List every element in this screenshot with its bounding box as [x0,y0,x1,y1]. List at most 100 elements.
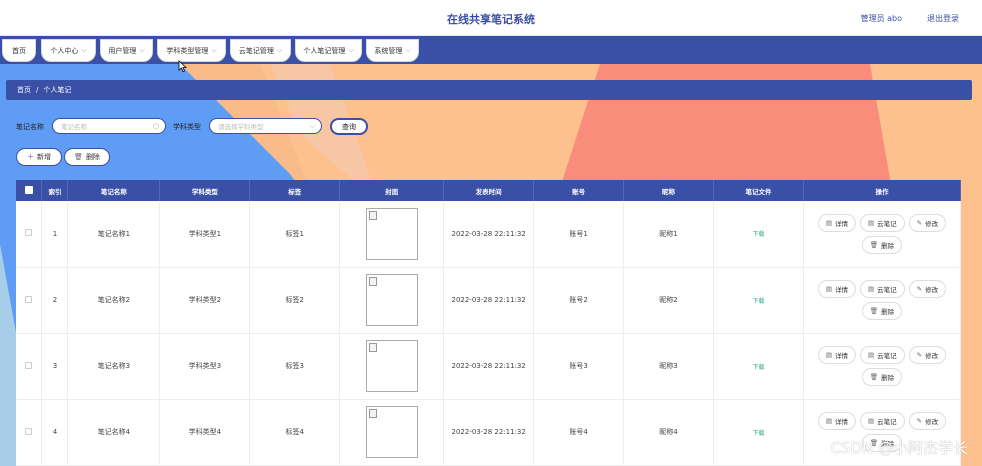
index-cell: 3 [41,333,69,400]
download-link[interactable]: 下载 [752,430,764,437]
batch-delete-button[interactable]: 🗑 删除 [64,148,110,166]
nav-tab-personal-center[interactable]: 个人中心 ⌵ [41,39,96,62]
cloud-note-label: 云笔记 [877,418,897,426]
delete-button[interactable]: 🗑 删除 [861,302,903,320]
breadcrumb-separator: / [36,86,39,94]
publish-time-cell: 2022-03-28 22:11:32 [443,399,535,466]
note-file-cell: 下载 [713,201,804,268]
nav-tab-label: 首页 [12,46,26,55]
cloud-note-button[interactable]: ▤ 云笔记 [859,412,905,430]
detail-label: 详情 [834,352,848,360]
row-select-cell [16,201,43,268]
operations-cell: ▤ 详情 ▤ 云笔记 ✎ 修改 🗑 删除 [803,267,962,334]
note-name-input[interactable]: 笔记名称 ○ [52,118,166,134]
account-cell: 账号3 [533,333,625,400]
table-row: 2 笔记名称2 学科类型2 标签2 2022-03-28 22:11:32 账号2 昵称2 下… [16,267,962,334]
edit-icon: ✎ [916,417,923,425]
nav-tab-subject-type-management[interactable]: 学科类型管理 ⌵ [157,39,226,62]
column-header: 发表时间 [443,180,535,201]
nav-tab-user-management[interactable]: 用户管理 ⌵ [100,39,153,62]
row-checkbox[interactable] [25,361,33,369]
document-icon: ▤ [825,218,832,227]
edit-label: 修改 [925,418,939,426]
note-file-cell: 下载 [713,333,804,400]
cloud-note-button[interactable]: ▤ 云笔记 [859,213,905,232]
query-button[interactable]: 查询 [330,118,368,135]
detail-button[interactable]: ▤ 详情 [817,412,856,430]
cloud-note-label: 云笔记 [877,219,897,228]
detail-button[interactable]: ▤ 详情 [817,213,856,232]
broken-image-icon [368,343,377,352]
publish-time-cell: 2022-03-28 22:11:32 [443,267,535,334]
select-all-checkbox[interactable] [24,185,33,194]
download-link[interactable]: 下载 [752,298,764,305]
breadcrumb-current: 个人笔记 [43,86,72,94]
row-select-cell [16,267,43,334]
note-name-cell: 笔记名称4 [67,399,161,466]
note-name-cell: 笔记名称3 [67,333,161,400]
detail-button[interactable]: ▤ 详情 [817,280,856,298]
nav-tab-system-management[interactable]: 系统管理 ⌵ [366,39,419,62]
row-checkbox[interactable] [25,229,33,237]
subject-type-cell: 学科类型1 [159,201,251,268]
delete-button[interactable]: 🗑 删除 [861,368,903,386]
note-name-cell: 笔记名称2 [67,267,161,334]
cloud-note-button[interactable]: ▤ 云笔记 [859,280,905,298]
index-cell: 1 [41,201,69,268]
edit-button[interactable]: ✎ 修改 [908,346,947,364]
column-header: 笔记名称 [67,180,161,201]
column-header: 封面 [339,180,445,201]
cloud-note-label: 云笔记 [877,286,897,294]
nav-tab-personal-note-management[interactable]: 个人笔记管理 ⌵ [295,39,362,62]
breadcrumb-home[interactable]: 首页 [17,85,31,95]
detail-button[interactable]: ▤ 详情 [817,346,856,364]
nav-tab-label: 系统管理 [374,46,403,55]
select-all-cell [16,180,43,201]
current-user: 管理员 abo [860,14,902,23]
nickname-cell: 昵称4 [623,399,714,466]
operations-cell: ▤ 详情 ▤ 云笔记 ✎ 修改 🗑 删除 [803,201,962,268]
edit-button[interactable]: ✎ 修改 [908,412,947,430]
cover-cell [339,399,445,466]
row-actions: ▤ 详情 ▤ 云笔记 ✎ 修改 🗑 删除 [809,280,955,320]
account-cell: 账号4 [533,399,625,466]
cover-image [365,274,418,326]
chevron-down-icon: ⌵ [81,46,87,54]
add-button-label: 新增 [37,153,51,161]
edit-button[interactable]: ✎ 修改 [908,280,947,298]
trash-icon: 🗑 [869,373,879,381]
column-header: 学科类型 [159,180,251,201]
query-button-label: 查询 [342,122,356,131]
row-checkbox[interactable] [25,295,33,303]
cover-cell [339,333,445,400]
search-icon: ○ [152,122,159,130]
row-checkbox[interactable] [25,427,33,435]
subject-type-select[interactable]: 请选择学科类型 ⌵ [209,118,322,134]
document-icon: ▤ [867,218,875,227]
nav-tab-cloud-note-management[interactable]: 云笔记管理 ⌵ [230,39,291,62]
delete-button[interactable]: 🗑 删除 [861,235,903,254]
note-name-label: 笔记名称 [16,123,44,131]
detail-label: 详情 [834,418,848,426]
add-button[interactable]: ＋新增 [16,148,62,166]
download-link[interactable]: 下载 [752,364,764,371]
download-link[interactable]: 下载 [752,231,764,238]
edit-label: 修改 [925,286,939,294]
detail-label: 详情 [834,219,848,228]
edit-button[interactable]: ✎ 修改 [908,213,947,232]
index-cell: 4 [41,399,69,466]
nav-tab-label: 云笔记管理 [238,46,274,55]
table-header-row: 索引 笔记名称 学科类型 标签 封面 发表时间 账号 昵称 笔记文件 操作 [16,180,962,201]
plus-icon: ＋ [27,153,34,161]
cloud-note-button[interactable]: ▤ 云笔记 [859,346,905,364]
trash-icon: 🗑 [74,153,83,161]
edit-icon: ✎ [916,351,923,359]
logout-link[interactable]: 退出登录 [927,13,959,24]
mouse-cursor-icon [178,60,187,72]
document-icon: ▤ [867,351,875,359]
subject-type-cell: 学科类型2 [159,267,251,334]
nav-tab-home[interactable]: 首页 [2,39,36,62]
column-header: 操作 [803,180,962,201]
document-icon: ▤ [825,351,832,359]
column-header: 标签 [249,180,341,201]
